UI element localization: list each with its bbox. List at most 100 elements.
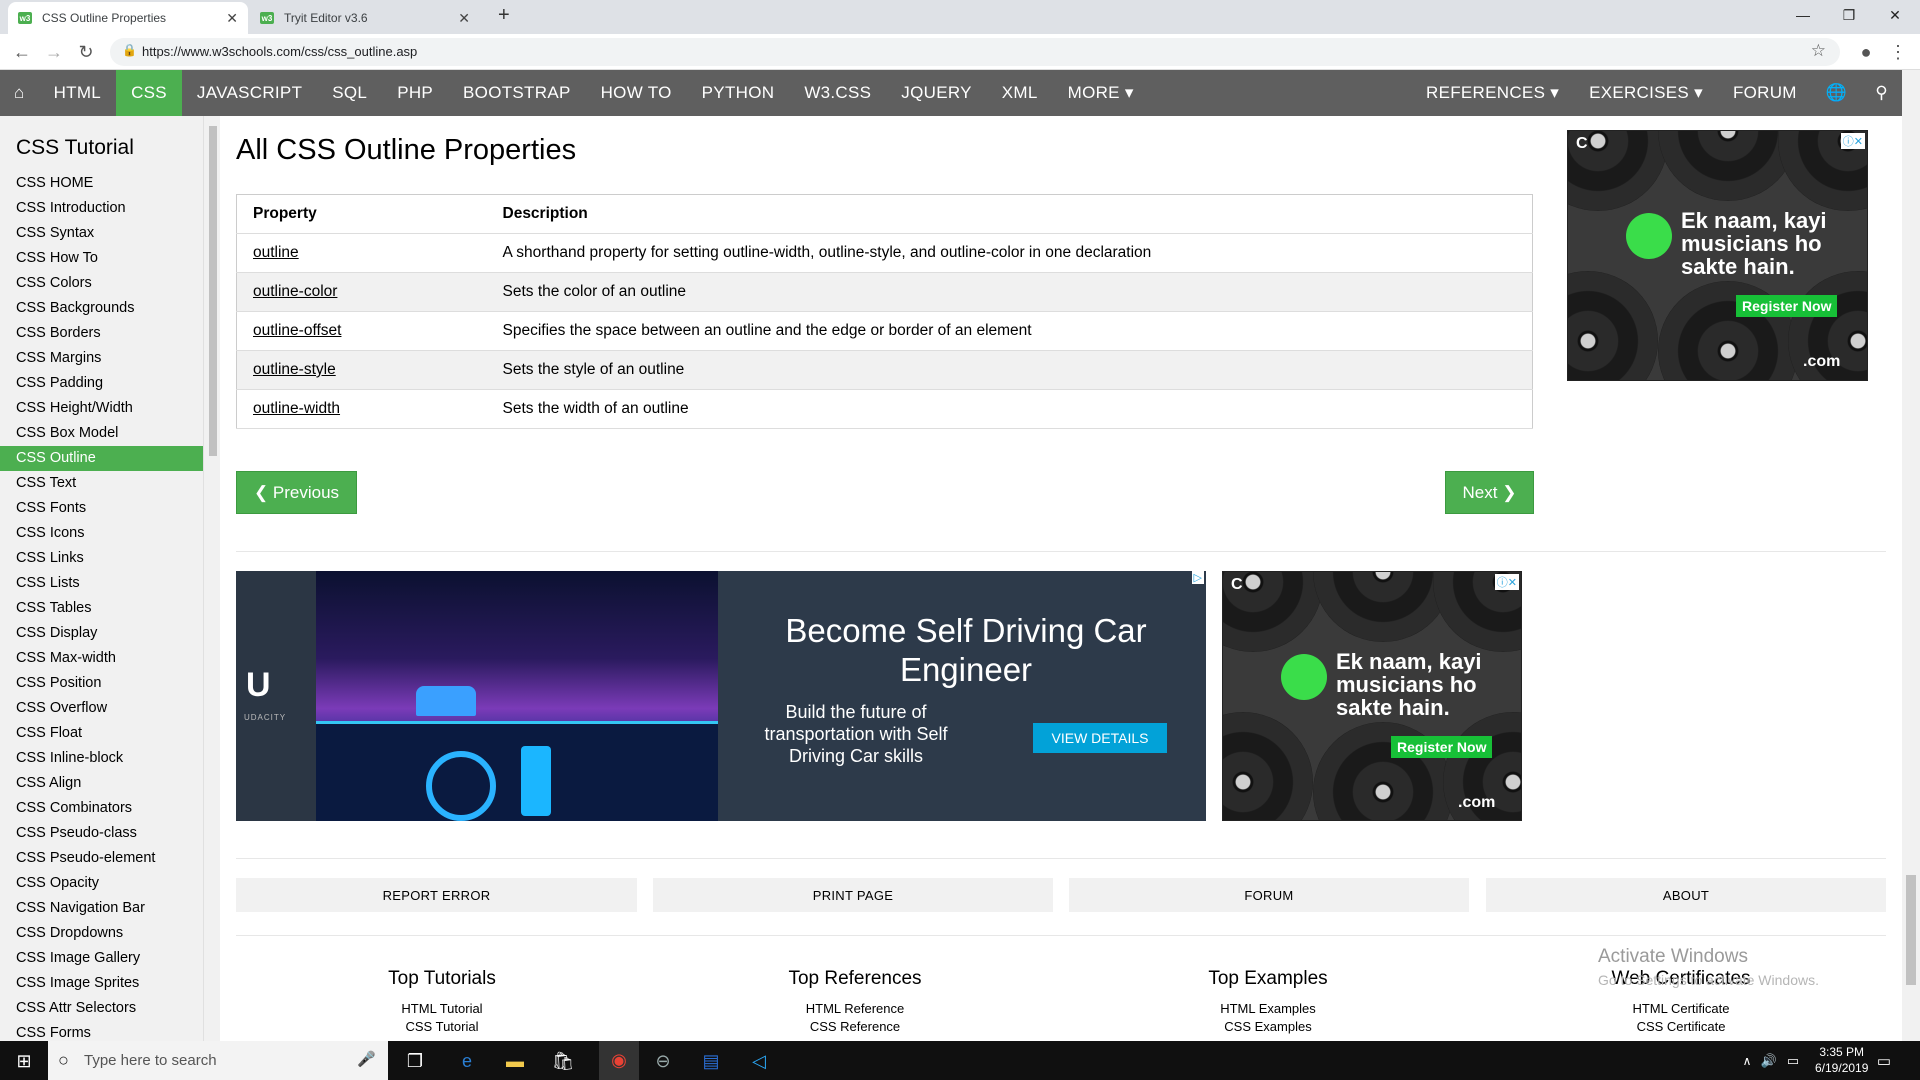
account-icon[interactable]: ●: [1854, 42, 1878, 63]
network-icon[interactable]: ▭: [1781, 1049, 1805, 1073]
sidebar-item[interactable]: CSS Icons: [0, 521, 203, 546]
store-icon[interactable]: 🛍: [551, 1049, 575, 1073]
file-explorer-icon[interactable]: ▬: [503, 1049, 527, 1073]
sidebar-item[interactable]: CSS Box Model: [0, 421, 203, 446]
tab-css-outline[interactable]: w3 CSS Outline Properties ✕: [8, 2, 248, 34]
search-icon[interactable]: ⚲: [1861, 70, 1902, 116]
nav-php[interactable]: PHP: [382, 70, 448, 116]
sidebar-item[interactable]: CSS Backgrounds: [0, 296, 203, 321]
nav-howto[interactable]: HOW TO: [586, 70, 687, 116]
ad-close-icon[interactable]: ⓘ✕: [1494, 574, 1519, 590]
home-icon[interactable]: ⌂: [0, 70, 39, 116]
nav-bootstrap[interactable]: BOOTSTRAP: [448, 70, 586, 116]
forward-icon[interactable]: →: [42, 42, 66, 63]
sidebar-item[interactable]: CSS Navigation Bar: [0, 896, 203, 921]
next-button[interactable]: Next ❯: [1445, 471, 1534, 514]
nav-w3css[interactable]: W3.CSS: [789, 70, 886, 116]
nav-more[interactable]: MORE ▾: [1053, 70, 1149, 116]
menu-dots-icon[interactable]: ⋮: [1886, 42, 1910, 63]
footer-link[interactable]: CSS Certificate: [1531, 1018, 1831, 1036]
url-field[interactable]: 🔒 https://www.w3schools.com/css/css_outl…: [110, 38, 1840, 66]
forum-button[interactable]: FORUM: [1069, 878, 1469, 912]
previous-button[interactable]: ❮ Previous: [236, 471, 357, 514]
task-view-icon[interactable]: ❐: [403, 1049, 427, 1073]
footer-link[interactable]: CSS Examples: [1118, 1018, 1418, 1036]
nav-exercises[interactable]: EXERCISES ▾: [1574, 70, 1718, 116]
sidebar-item[interactable]: CSS Inline-block: [0, 746, 203, 771]
windows-start-icon[interactable]: ⊞: [12, 1049, 36, 1073]
sidebar-item[interactable]: CSS Pseudo-element: [0, 846, 203, 871]
sidebar-item[interactable]: CSS Forms: [0, 1021, 203, 1041]
sidebar-item[interactable]: CSS Fonts: [0, 496, 203, 521]
microphone-icon[interactable]: 🎤: [357, 1050, 376, 1068]
volume-icon[interactable]: 🔊: [1757, 1049, 1781, 1073]
sidebar-item[interactable]: CSS Dropdowns: [0, 921, 203, 946]
udacity-ad[interactable]: U UDACITY Become Self Driving Car Engine…: [236, 571, 1206, 821]
footer-link[interactable]: CSS Tutorial: [292, 1018, 592, 1036]
sidebar-item[interactable]: CSS Align: [0, 771, 203, 796]
tab-tryit-editor[interactable]: w3 Tryit Editor v3.6 ✕: [250, 2, 480, 34]
sidebar-item[interactable]: CSS Display: [0, 621, 203, 646]
sidebar-item[interactable]: CSS Float: [0, 721, 203, 746]
new-tab-button[interactable]: +: [498, 4, 510, 27]
action-center-icon[interactable]: ▭: [1872, 1049, 1896, 1073]
property-link[interactable]: outline-style: [253, 361, 336, 378]
nav-xml[interactable]: XML: [987, 70, 1053, 116]
footer-link[interactable]: HTML Examples: [1118, 1000, 1418, 1018]
sidebar-item[interactable]: CSS Image Gallery: [0, 946, 203, 971]
reload-icon[interactable]: ↻: [74, 42, 98, 63]
sidebar-item[interactable]: CSS Colors: [0, 271, 203, 296]
edge-icon[interactable]: e: [455, 1049, 479, 1073]
nav-javascript[interactable]: JAVASCRIPT: [182, 70, 317, 116]
sidebar-item[interactable]: CSS Attr Selectors: [0, 996, 203, 1021]
sidebar-item[interactable]: CSS Max-width: [0, 646, 203, 671]
chrome-icon[interactable]: ◉: [599, 1041, 639, 1080]
vinyl-ad-bottom[interactable]: Ek naam, kayi musicians ho sakte hain. Reg…: [1222, 571, 1522, 821]
tab-close-icon[interactable]: ✕: [226, 10, 238, 27]
vinyl-ad-top[interactable]: Ek naam, kayi musicians ho sakte hain. Reg…: [1567, 130, 1868, 381]
sidebar-item[interactable]: CSS Borders: [0, 321, 203, 346]
page-scrollbar-thumb[interactable]: [1906, 875, 1916, 985]
sidebar-item[interactable]: CSS Opacity: [0, 871, 203, 896]
nav-references[interactable]: REFERENCES ▾: [1411, 70, 1574, 116]
ad-register-button[interactable]: Register Now: [1736, 295, 1838, 317]
tray-chevron-icon[interactable]: ∧: [1735, 1049, 1759, 1073]
sidebar-item[interactable]: CSS Padding: [0, 371, 203, 396]
sidebar-item[interactable]: CSS Overflow: [0, 696, 203, 721]
property-link[interactable]: outline-width: [253, 400, 340, 417]
sidebar-item[interactable]: CSS Pseudo-class: [0, 821, 203, 846]
document-icon[interactable]: ▤: [699, 1049, 723, 1073]
print-page-button[interactable]: PRINT PAGE: [653, 878, 1053, 912]
nav-python[interactable]: PYTHON: [687, 70, 790, 116]
back-icon[interactable]: ←: [10, 42, 34, 63]
sidebar-item[interactable]: CSS Links: [0, 546, 203, 571]
ad-choices-icon[interactable]: ▷: [1191, 571, 1204, 584]
sidebar-item[interactable]: CSS Tables: [0, 596, 203, 621]
sidebar-item[interactable]: CSS Introduction: [0, 196, 203, 221]
sidebar-item[interactable]: CSS Margins: [0, 346, 203, 371]
view-details-button[interactable]: VIEW DETAILS: [1033, 723, 1167, 753]
tab-close-icon[interactable]: ✕: [458, 10, 470, 27]
globe-icon[interactable]: 🌐: [1812, 70, 1861, 116]
clock[interactable]: 3:35 PM 6/19/2019: [1815, 1044, 1868, 1076]
sidebar-scrollbar-thumb[interactable]: [209, 126, 217, 456]
nav-sql[interactable]: SQL: [317, 70, 382, 116]
app-icon[interactable]: ⊖: [651, 1049, 675, 1073]
sidebar-item[interactable]: CSS HOME: [0, 171, 203, 196]
footer-link[interactable]: HTML Certificate: [1531, 1000, 1831, 1018]
property-link[interactable]: outline-offset: [253, 322, 341, 339]
nav-forum[interactable]: FORUM: [1718, 70, 1812, 116]
report-error-button[interactable]: REPORT ERROR: [236, 878, 637, 912]
window-close-button[interactable]: ✕: [1872, 0, 1918, 30]
sidebar-item[interactable]: CSS Outline: [0, 446, 203, 471]
sidebar-item[interactable]: CSS Lists: [0, 571, 203, 596]
taskbar-search-box[interactable]: ○ Type here to search 🎤: [48, 1041, 388, 1080]
footer-link[interactable]: CSS Reference: [705, 1018, 1005, 1036]
minimize-button[interactable]: —: [1780, 0, 1826, 30]
property-link[interactable]: outline: [253, 244, 299, 261]
sidebar-item[interactable]: CSS How To: [0, 246, 203, 271]
footer-link[interactable]: HTML Tutorial: [292, 1000, 592, 1018]
nav-css[interactable]: CSS: [116, 70, 182, 116]
sidebar-item[interactable]: CSS Height/Width: [0, 396, 203, 421]
sidebar-item[interactable]: CSS Position: [0, 671, 203, 696]
